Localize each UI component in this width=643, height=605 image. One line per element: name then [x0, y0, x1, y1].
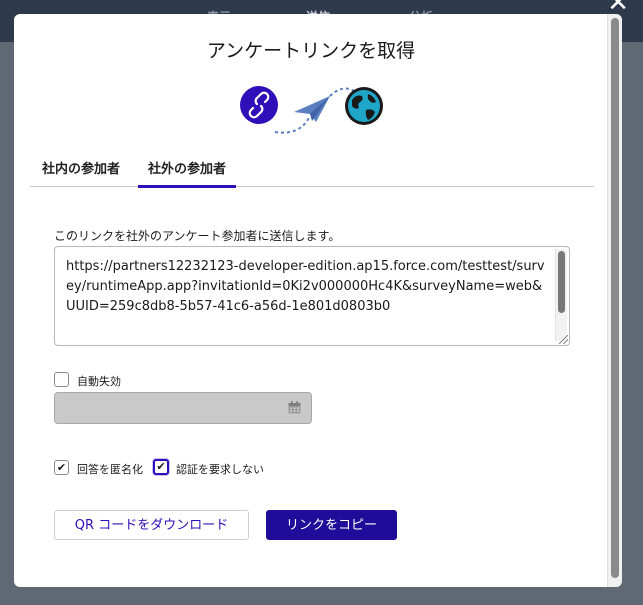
no-auth-checkbox[interactable]: ✔	[153, 459, 169, 475]
tab-external-participants[interactable]: 社外の参加者	[138, 158, 237, 188]
url-scrollbar-thumb[interactable]	[558, 251, 565, 313]
calendar-icon	[288, 401, 301, 414]
survey-url-text[interactable]: https://partners12232123-developer-editi…	[66, 257, 546, 317]
checkmark-icon: ✔	[56, 461, 67, 474]
anonymize-label: 回答を匿名化	[77, 463, 143, 476]
paper-plane-icon	[294, 96, 330, 122]
resize-handle-icon[interactable]	[559, 335, 568, 344]
anonymize-checkbox[interactable]: ✔	[54, 460, 69, 475]
expiry-date-input	[54, 392, 312, 424]
hero-illustration	[240, 86, 383, 134]
copy-link-button[interactable]: リンクをコピー	[266, 510, 397, 540]
no-auth-label: 認証を要求しない	[176, 463, 264, 476]
get-survey-link-modal: アンケートリンクを取得 社内の参加者 社外の参加者 このリンクを社外のアンケート…	[14, 14, 622, 587]
survey-url-textarea[interactable]: https://partners12232123-developer-editi…	[54, 246, 570, 346]
modal-title: アンケートリンクを取得	[206, 40, 416, 62]
globe-icon	[345, 87, 383, 125]
checkmark-icon: ✔	[156, 460, 166, 473]
auto-expire-label: 自動失効	[77, 375, 121, 388]
link-description: このリンクを社外のアンケート参加者に送信します。	[54, 229, 341, 243]
participant-tabs: 社内の参加者 社外の参加者	[30, 154, 594, 188]
modal-scrollbar[interactable]	[607, 14, 622, 587]
tab-internal-participants[interactable]: 社内の参加者	[32, 158, 130, 185]
url-scrollbar[interactable]	[555, 249, 567, 341]
modal-scrollbar-thumb[interactable]	[611, 18, 619, 578]
download-qr-button[interactable]: QR コードをダウンロード	[54, 510, 249, 540]
auto-expire-checkbox[interactable]	[54, 372, 69, 387]
link-icon	[240, 86, 278, 124]
